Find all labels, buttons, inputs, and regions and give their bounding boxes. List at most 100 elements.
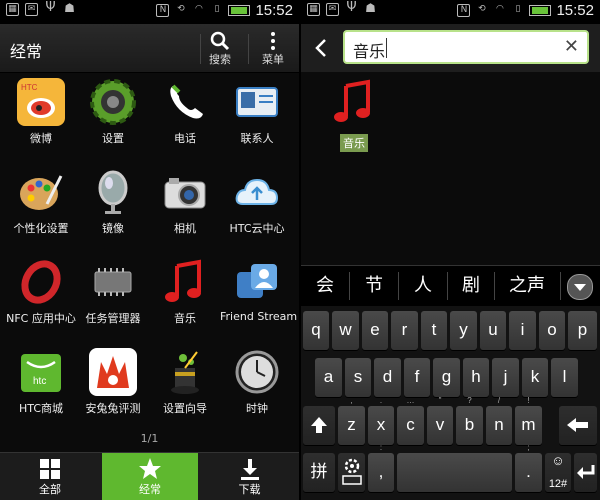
antutu-icon [89,348,137,396]
htc-store-bag-icon: htc [17,348,65,396]
nfc-ring-icon [17,258,65,306]
cloud-icon [233,168,281,216]
key-h[interactable]: h [463,358,489,397]
key-w[interactable]: w [332,311,359,350]
menu-label: 菜单 [262,53,284,66]
candidate-word[interactable]: 节 [350,266,398,306]
search-input[interactable]: 音乐 ✕ [343,30,589,64]
signal-icon: ▯ [214,4,220,14]
app-phone[interactable]: 电话 [148,72,222,146]
key-r[interactable]: r [391,311,418,350]
app-personalize[interactable]: 个性化设置 [4,162,78,236]
settings-key[interactable] [338,453,365,492]
picture-notification-icon: ▦ [307,3,320,16]
mail-notification-icon: ✉ [25,3,38,16]
candidate-word[interactable]: 剧 [448,266,494,306]
search-button[interactable]: 搜索 [198,26,242,70]
candidate-word[interactable]: 之声 [495,266,559,306]
key-i[interactable]: i [509,311,536,350]
key-t[interactable]: t [421,311,447,350]
app-settings[interactable]: 设置 [76,72,150,146]
key-v[interactable]: " v [427,396,453,445]
app-setup-wizard[interactable]: 设置向导 [148,342,222,416]
tab-frequent[interactable]: 经常 [102,453,198,500]
clock-time: 15:52 [255,2,293,19]
app-label: 设置 [102,132,124,145]
key-p[interactable]: p [568,311,597,350]
shift-key[interactable] [303,406,335,445]
app-nfc-center[interactable]: NFC 应用中心 [4,252,78,326]
app-antutu[interactable]: 安兔兔评测 [76,342,150,416]
app-label: 镜像 [102,222,124,235]
wifi-icon: ◠ [195,4,203,14]
android-debug-icon: ☗ [365,1,376,15]
key-q[interactable]: q [303,311,329,350]
symbols-key[interactable]: ☺ 12# [545,453,571,492]
key-n[interactable]: / n [486,396,512,445]
app-mirror[interactable]: 镜像 [76,162,150,236]
nfc-status-icon: N [156,4,170,17]
app-htc-store[interactable]: htc HTC商城 [4,342,78,416]
app-camera[interactable]: 相机 [148,162,222,236]
app-task-manager[interactable]: 任务管理器 [76,252,150,326]
app-clock[interactable]: 时钟 [220,342,294,416]
tab-label: 下载 [238,483,261,496]
key-l[interactable]: l [551,358,578,397]
key-b[interactable]: ? b [456,396,483,445]
app-label: 时钟 [246,402,268,415]
key-k[interactable]: k [522,358,548,397]
app-htc-cloud[interactable]: HTC云中心 [220,162,294,236]
app-label: 微博 [30,132,52,145]
app-label: HTC云中心 [229,222,285,235]
menu-dots-icon [271,32,275,50]
app-contacts[interactable]: 联系人 [220,72,294,146]
clear-icon[interactable]: ✕ [564,36,579,57]
key-m[interactable]: ! m [515,396,542,445]
app-music[interactable]: 音乐 [148,252,222,326]
tab-downloads[interactable]: 下载 [200,453,299,500]
key-a[interactable]: a [315,358,342,397]
battery-icon [228,5,251,16]
candidate-word[interactable]: 会 [301,266,349,306]
app-friend-stream[interactable]: Friend Stream [220,252,297,323]
key-f[interactable]: f [404,358,430,397]
contacts-card-icon [233,78,281,126]
key-c[interactable]: … c [397,396,424,445]
key-o[interactable]: o [539,311,565,350]
key-s[interactable]: s [345,358,371,397]
picture-notification-icon: ▦ [6,3,19,16]
key-z[interactable]: ,z [338,396,365,445]
key-j[interactable]: j [492,358,519,397]
clock-time: 15:52 [556,2,594,19]
back-button[interactable] [307,34,335,62]
grid-icon [40,459,60,479]
status-bar: ▦ ✉ Ψ ☗ N ⟲ ◠ ▯ 15:52 [301,0,600,24]
app-label: NFC 应用中心 [6,312,76,325]
key-u[interactable]: u [480,311,506,350]
signal-icon: ▯ [515,4,521,14]
comma-key[interactable]: :, [368,443,394,492]
key-y[interactable]: y [450,311,477,350]
candidate-word[interactable]: 人 [399,266,447,306]
menu-button[interactable]: 菜单 [251,26,295,70]
mirror-icon [89,168,137,216]
svg-text:HTC: HTC [21,83,38,92]
app-weibo[interactable]: HTC 微博 [4,72,78,146]
space-key[interactable] [397,453,512,492]
page-title: 经常 [10,42,43,61]
usb-icon: Ψ [346,0,357,15]
period-key[interactable]: ;. [515,443,542,492]
key-d[interactable]: d [374,358,401,397]
enter-key[interactable] [574,453,597,492]
key-g[interactable]: g [433,358,460,397]
tab-all[interactable]: 全部 [0,453,100,500]
expand-candidates-button[interactable] [567,274,593,300]
search-result-music[interactable]: 音乐 [317,78,391,152]
key-e[interactable]: e [362,311,388,350]
settings-gear-icon [89,78,137,126]
key-x[interactable]: .x [368,396,394,445]
backspace-key[interactable] [559,406,597,445]
pinyin-key[interactable]: 拼 [303,453,335,492]
right-screen: ▦ ✉ Ψ ☗ N ⟲ ◠ ▯ 15:52 音乐 ✕ 音乐 会 节 人 剧 之声… [301,0,600,500]
battery-icon [529,5,552,16]
